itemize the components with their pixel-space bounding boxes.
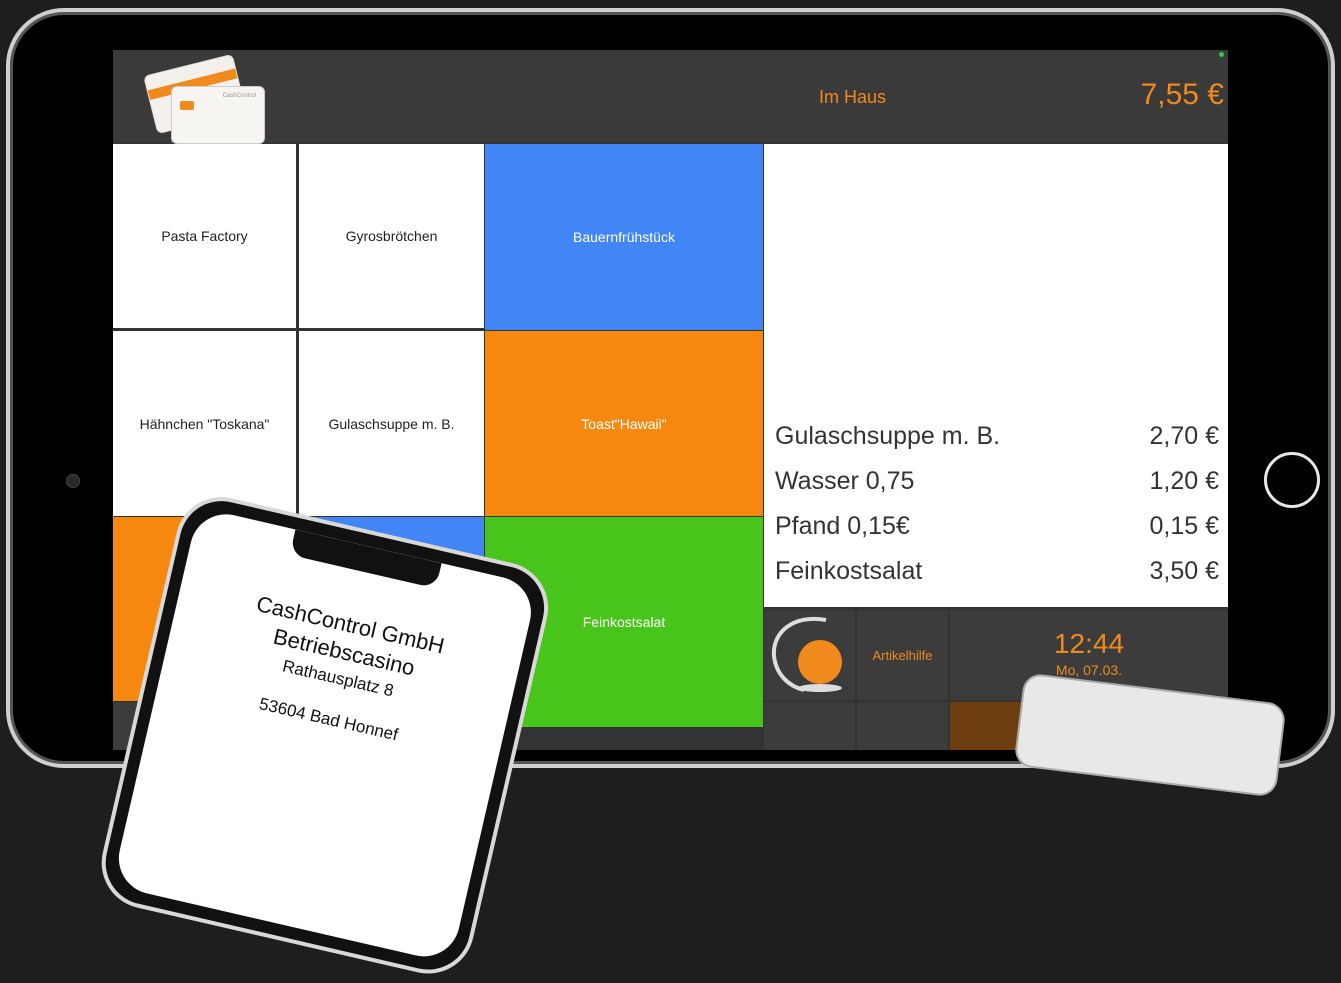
phone-screen: CashControl GmbH Betriebscasino Rathausp… [111, 507, 539, 964]
camera-icon [66, 474, 80, 488]
receipt-line[interactable]: Gulaschsuppe m. B. 2,70 € [775, 422, 1219, 451]
cashcontrol-logo[interactable] [764, 610, 855, 700]
product-tile-pasta-factory[interactable]: Pasta Factory [113, 144, 298, 330]
product-tile-bauernfruehstueck[interactable]: Bauernfrühstück [485, 144, 763, 330]
home-button[interactable] [1264, 452, 1320, 508]
receipt-item-name: Pfand 0,15€ [775, 512, 910, 540]
receipt-item-price: 1,20 € [1149, 467, 1219, 495]
receipt-item-price: 0,15 € [1149, 512, 1219, 540]
receipt-line[interactable]: Pfand 0,15€ 0,15 € [775, 512, 1219, 541]
status-indicator [1219, 52, 1224, 57]
receipt-item-name: Gulaschsuppe m. B. [775, 422, 1001, 450]
footer-tile-2[interactable] [857, 702, 948, 750]
receipt-item-price: 2,70 € [1149, 422, 1219, 450]
product-tile-gulaschsuppe[interactable]: Gulaschsuppe m. B. [299, 331, 484, 516]
service-mode-label[interactable]: Im Haus [819, 87, 886, 108]
top-bar: CashControl Im Haus 7,55 € [113, 50, 1228, 144]
product-tile-gyrosbroetchen[interactable]: Gyrosbrötchen [299, 144, 484, 330]
order-total: 7,55 € [1140, 78, 1224, 111]
card-logo[interactable]: CashControl [143, 53, 273, 144]
receipt-item-name: Wasser 0,75 [775, 467, 915, 495]
product-tile-toast-hawaii[interactable]: Toast"Hawaii" [485, 331, 763, 516]
receipt-line[interactable]: Feinkostsalat 3,50 € [775, 557, 1219, 586]
article-help-button[interactable]: Artikelhilfe [857, 610, 948, 700]
receipt-item-name: Feinkostsalat [775, 557, 923, 585]
clock-time: 12:44 [1053, 628, 1125, 659]
clock-date: Mo, 07.03. [1055, 662, 1123, 678]
footer-tile-1[interactable] [764, 702, 855, 750]
card-brand-text: CashControl [222, 93, 256, 99]
receipt-line[interactable]: Wasser 0,75 1,20 € [775, 467, 1219, 496]
receipt-panel: Gulaschsuppe m. B. 2,70 € Wasser 0,75 1,… [764, 144, 1228, 607]
product-tile-haehnchen-toskana[interactable]: Hähnchen "Toskana" [113, 331, 298, 516]
receipt-item-price: 3,50 € [1149, 557, 1219, 585]
